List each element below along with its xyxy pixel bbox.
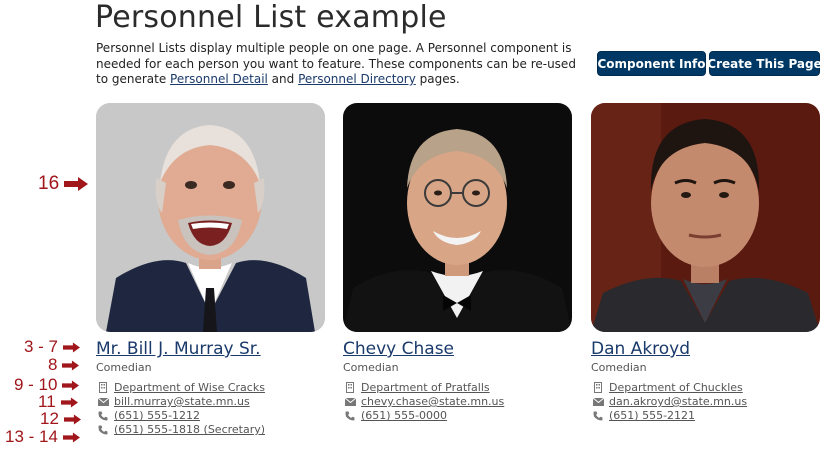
page-title: Personnel List example [95, 0, 447, 35]
annotation-label: 12 [40, 409, 59, 428]
personnel-card: Mr. Bill J. Murray Sr. Comedian Departme… [96, 103, 325, 436]
phone-row: (651) 555-2121 [591, 409, 695, 422]
email-link[interactable]: bill.murray@state.mn.us [114, 395, 250, 408]
phone-row: (651) 555-0000 [343, 409, 447, 422]
department-link[interactable]: Department of Wise Cracks [114, 381, 265, 394]
phone-link[interactable]: (651) 555-2121 [609, 409, 695, 422]
intro-text-middle: and [267, 72, 299, 86]
portrait-image [343, 103, 572, 332]
department-row: Department of Chuckles [591, 381, 743, 394]
annotation-photo: 16 [38, 173, 89, 195]
phone-icon [343, 411, 357, 421]
phone-icon [591, 411, 605, 421]
person-name-link[interactable]: Chevy Chase [343, 339, 454, 359]
secondary-phone-link[interactable]: (651) 555-1818 (Secretary) [114, 423, 265, 436]
department-link[interactable]: Department of Pratfalls [361, 381, 490, 394]
department-link[interactable]: Department of Chuckles [609, 381, 743, 394]
email-link[interactable]: dan.akroyd@state.mn.us [609, 395, 747, 408]
personnel-card: Chevy Chase Comedian Department of Pratf… [343, 103, 572, 422]
annotation-label: 3 - 7 [24, 337, 59, 356]
person-role: Comedian [96, 361, 152, 374]
email-row: dan.akroyd@state.mn.us [591, 395, 747, 408]
portrait-image [96, 103, 325, 332]
personnel-directory-link[interactable]: Personnel Directory [298, 72, 416, 86]
arrow-right-icon [63, 414, 81, 424]
envelope-icon [96, 397, 110, 406]
personnel-photo[interactable] [96, 103, 325, 332]
phone-row: (651) 555-1212 [96, 409, 200, 422]
personnel-detail-link[interactable]: Personnel Detail [170, 72, 268, 86]
person-role: Comedian [591, 361, 647, 374]
person-name-link[interactable]: Dan Akroyd [591, 339, 690, 359]
component-info-button[interactable]: Component Info [597, 51, 706, 76]
email-row: chevy.chase@state.mn.us [343, 395, 504, 408]
phone-link[interactable]: (651) 555-1212 [114, 409, 200, 422]
annotation-label: 16 [38, 173, 60, 194]
department-row: Department of Wise Cracks [96, 381, 265, 394]
arrow-right-icon [62, 432, 80, 442]
email-link[interactable]: chevy.chase@state.mn.us [361, 395, 504, 408]
personnel-card: Dan Akroyd Comedian Department of Chuckl… [591, 103, 820, 422]
phone-icon [96, 425, 110, 435]
department-row: Department of Pratfalls [343, 381, 490, 394]
annotation-label: 13 - 14 [5, 427, 58, 446]
arrow-right-icon [62, 360, 80, 370]
intro-text-end: pages. [415, 72, 460, 86]
annotation-phone: 12 [40, 409, 81, 429]
annotation-name: 3 - 7 [24, 337, 81, 357]
building-icon [591, 382, 605, 393]
portrait-image [591, 103, 820, 332]
annotation-label: 8 [48, 355, 58, 374]
intro-text: Personnel Lists display multiple people … [96, 41, 576, 88]
envelope-icon [343, 397, 357, 406]
annotation-role: 8 [48, 355, 80, 375]
person-role: Comedian [343, 361, 399, 374]
building-icon [343, 382, 357, 393]
arrow-right-icon [64, 177, 89, 191]
arrow-right-icon [63, 342, 81, 352]
person-name-link[interactable]: Mr. Bill J. Murray Sr. [96, 339, 261, 359]
phone-link[interactable]: (651) 555-0000 [361, 409, 447, 422]
building-icon [96, 382, 110, 393]
arrow-right-icon [60, 397, 78, 407]
envelope-icon [591, 397, 605, 406]
arrow-right-icon [62, 380, 80, 390]
phone-icon [96, 411, 110, 421]
secondary-phone-row: (651) 555-1818 (Secretary) [96, 423, 265, 436]
personnel-photo[interactable] [343, 103, 572, 332]
email-row: bill.murray@state.mn.us [96, 395, 250, 408]
annotation-secondary-phone: 13 - 14 [5, 427, 80, 447]
personnel-photo[interactable] [591, 103, 820, 332]
create-page-button[interactable]: Create This Page [707, 51, 822, 76]
